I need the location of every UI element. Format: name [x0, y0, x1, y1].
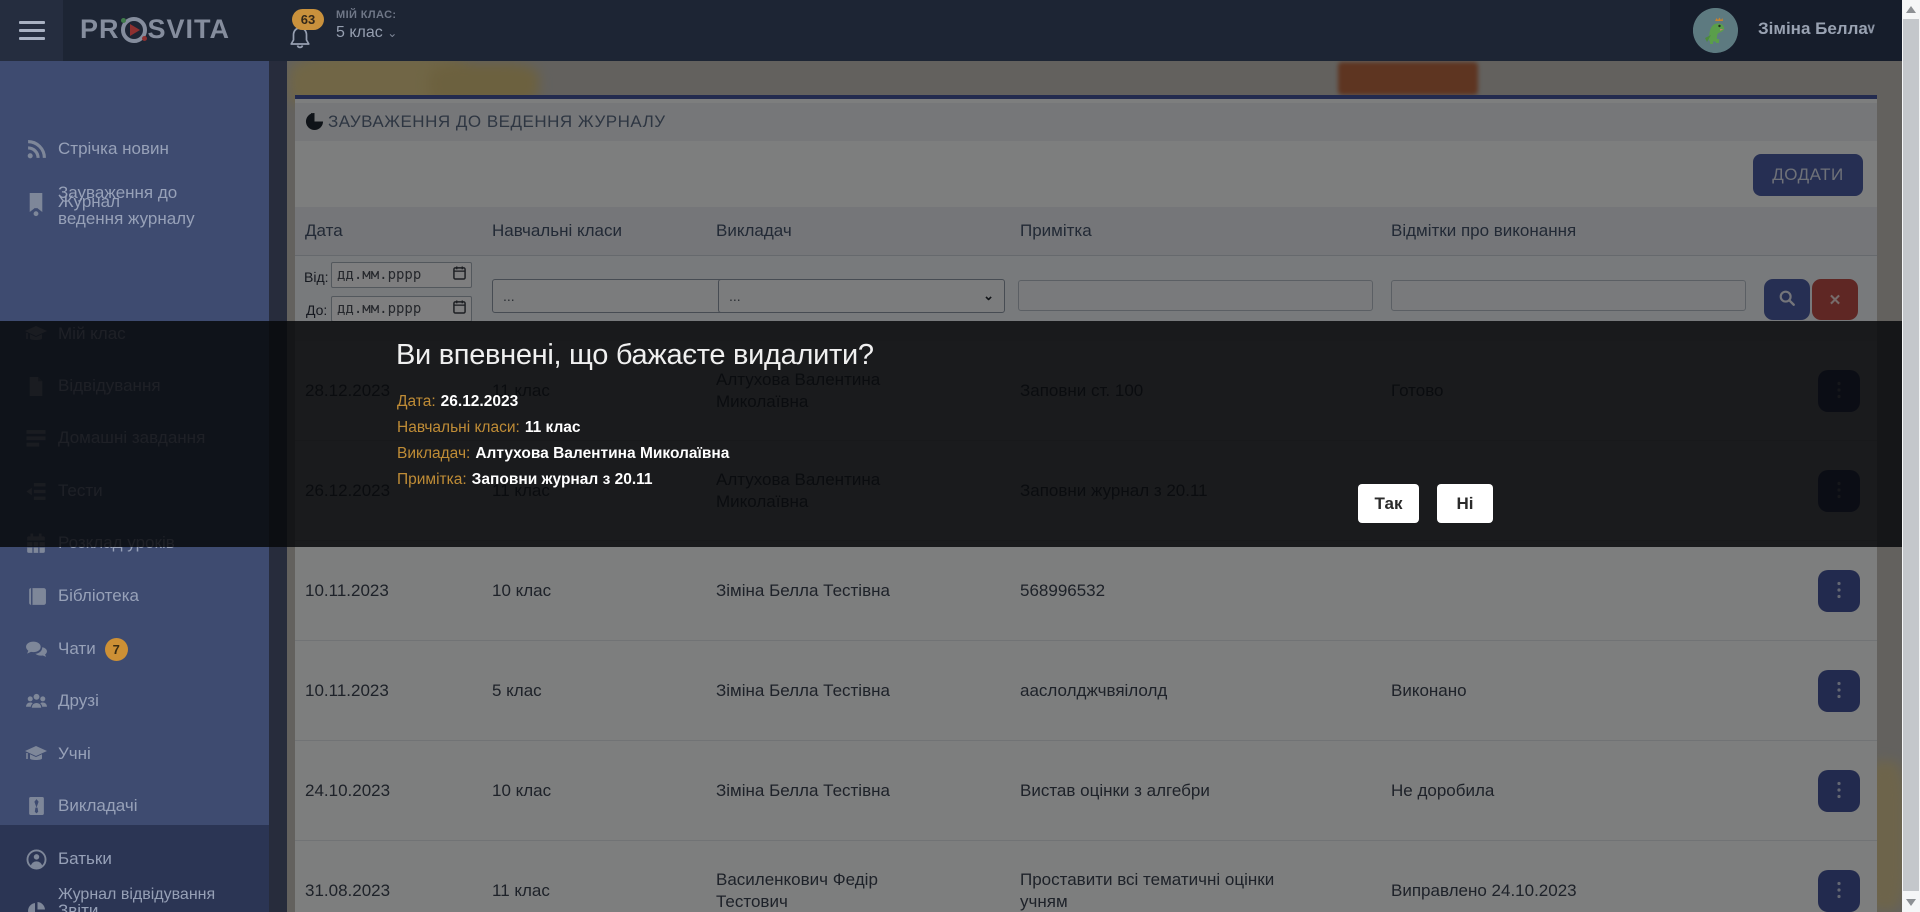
vertical-scrollbar[interactable]	[1902, 0, 1920, 912]
dialog-field: Примітка: Заповни журнал з 20.11	[397, 471, 653, 489]
scroll-down-arrow[interactable]	[1906, 899, 1916, 906]
sidebar-item-8[interactable]: Бібліотека	[0, 583, 269, 609]
dialog-field-value: 11 клас	[525, 419, 581, 436]
dialog-field-label: Викладач:	[397, 445, 470, 462]
user-menu[interactable]: Зіміна Белла ∨	[1670, 0, 1902, 61]
rss-icon	[24, 139, 48, 160]
prosvita-logo[interactable]: PRSVITA	[80, 14, 230, 45]
dialog-field-label: Примітка:	[397, 471, 467, 488]
dialog-field-label: Навчальні класи:	[397, 419, 520, 436]
top-header: PRSVITA 63 МІЙ КЛАС: 5 клас ⌄ Зіміна Бел…	[0, 0, 1902, 61]
dialog-field-value: Алтухова Валентина Миколаївна	[475, 445, 729, 462]
friends-icon	[24, 692, 48, 711]
dialog-field-value: Заповни журнал з 20.11	[472, 471, 653, 488]
my-class-label: МІЙ КЛАС:	[336, 9, 397, 21]
dialog-field: Викладач: Алтухова Валентина Миколаївна	[397, 445, 729, 463]
sidebar-item-label: Викладачі	[58, 793, 137, 819]
chat-icon	[24, 640, 48, 659]
sidebar-item-label: Зауваження до ведення журналу	[58, 180, 228, 232]
sidebar-item-label: Стрічка новин	[58, 136, 169, 162]
confirm-yes-button[interactable]: Так	[1358, 484, 1419, 523]
sidebar-item-label: Учні	[58, 741, 91, 767]
teachers-icon	[24, 796, 48, 816]
sidebar-item-10[interactable]: Друзі	[0, 688, 269, 714]
scrollbar-thumb[interactable]	[1903, 19, 1919, 891]
sidebar-item-label: Батьки	[58, 846, 112, 872]
chevron-down-icon: ⌄	[387, 26, 397, 40]
dialog-field: Дата: 26.12.2023	[397, 393, 518, 411]
avatar[interactable]	[1693, 8, 1738, 53]
dialog-field-value: 26.12.2023	[441, 393, 519, 410]
sidebar-item-0[interactable]: Стрічка новин	[0, 136, 269, 162]
chevron-down-icon: ∨	[1866, 20, 1876, 37]
sidebar-item-13[interactable]: Батьки	[0, 846, 269, 872]
exclamation-icon	[24, 195, 48, 217]
students-icon	[24, 744, 48, 764]
confirm-no-button[interactable]: Ні	[1437, 484, 1493, 523]
delete-confirm-dialog: Ви впевнені, що бажаєте видалити? Дата: 2…	[0, 321, 1902, 547]
parents-icon	[24, 849, 48, 870]
book-icon	[24, 587, 48, 606]
scroll-up-arrow[interactable]	[1906, 6, 1916, 13]
notification-badge: 63	[292, 9, 324, 30]
sidebar-item-11[interactable]: Учні	[0, 741, 269, 767]
sidebar-item-label: Чати	[58, 636, 96, 662]
menu-toggle-button[interactable]	[0, 0, 63, 61]
sidebar-item-2[interactable]: Зауваження до ведення журналу	[0, 180, 269, 232]
sidebar-item-label: Друзі	[58, 688, 99, 714]
dialog-field-label: Дата:	[397, 393, 436, 410]
dialog-title: Ви впевнені, що бажаєте видалити?	[396, 339, 874, 372]
my-class-selector[interactable]: 5 клас ⌄	[336, 24, 397, 42]
sidebar-subitem-attendance-journal[interactable]: Журнал відвідування	[58, 886, 215, 904]
sidebar-item-9[interactable]: Чати 7	[0, 636, 269, 662]
sidebar-item-12[interactable]: Викладачі	[0, 793, 269, 819]
reports-icon	[24, 901, 48, 912]
chats-badge: 7	[105, 638, 128, 661]
user-name: Зіміна Белла	[1758, 19, 1868, 39]
dialog-field: Навчальні класи: 11 клас	[397, 419, 581, 437]
sidebar-item-label: Бібліотека	[58, 583, 139, 609]
logo-play-icon	[121, 17, 147, 43]
